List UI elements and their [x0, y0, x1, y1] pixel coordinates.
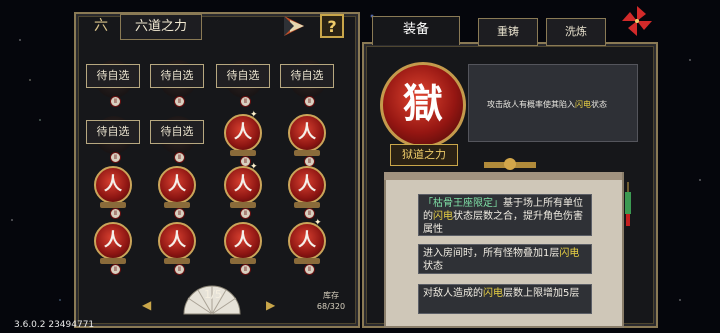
sparkle-icon: ✦ [314, 218, 322, 228]
slot-item[interactable]: 待自选 Ⅱ [150, 56, 206, 108]
scroll-roller [384, 172, 622, 180]
orb-stand [164, 258, 190, 264]
scroll-ornament-icon [484, 158, 536, 170]
slot-item[interactable]: 人Ⅱ [86, 220, 142, 275]
orb-stand [230, 202, 256, 208]
effect-entry-1: 「枯骨王座限定」基于场上所有单位的闪电状态层数之合，提升角色伤害属性 [418, 194, 592, 236]
orb-stand [294, 150, 320, 156]
slot-item[interactable]: 人Ⅱ [86, 164, 142, 219]
power-description-box: 攻击敌人有概率使其陷入闪电状态 [468, 64, 638, 142]
power-description: 攻击敌人有概率使其陷入闪电状态 [487, 100, 607, 109]
slot-item[interactable]: 人 ✦ Ⅱ [216, 162, 272, 219]
hell-path-orb: 獄 [380, 62, 466, 148]
slot-label: 待自选 [216, 64, 270, 88]
slot-item[interactable]: 人Ⅱ [150, 220, 206, 275]
tab-reforge[interactable]: 重铸 [478, 18, 538, 46]
effect-entry-3: 对敌人造成的闪电层数上限增加5层 [418, 284, 592, 314]
level-badge-icon: Ⅱ [110, 208, 121, 219]
slot-item[interactable]: 待自选 Ⅱ [280, 56, 336, 108]
orb-stand [230, 150, 256, 156]
version-label: 3.6.0.2 23494771 [14, 320, 95, 330]
next-page-icon[interactable]: ▶ [266, 298, 275, 312]
level-badge-icon: Ⅱ [110, 96, 121, 107]
slot-item[interactable]: 人Ⅱ [216, 220, 272, 275]
level-badge-icon: Ⅱ [174, 208, 185, 219]
slot-item[interactable]: 人 ✦ Ⅱ [216, 110, 272, 167]
sparkle-icon: ✦ [250, 110, 258, 120]
page-indicator: 1/5 [204, 288, 222, 301]
orb-stand [294, 202, 320, 208]
level-badge-icon: Ⅱ [174, 96, 185, 107]
slot-item[interactable]: 待自选 Ⅱ [86, 112, 142, 164]
orb-stand [100, 258, 126, 264]
level-badge-icon: Ⅱ [110, 264, 121, 275]
orb-stand [164, 202, 190, 208]
orb-stand [230, 258, 256, 264]
slot-item[interactable]: 人Ⅱ [280, 112, 336, 167]
power-name-label: 狱道之力 [390, 144, 458, 166]
sort-icon[interactable] [282, 14, 306, 38]
tab-refine[interactable]: 洗炼 [546, 18, 606, 46]
sparkle-icon: ✦ [250, 162, 258, 172]
help-button[interactable]: ? [320, 14, 344, 38]
human-path-orb: 人 [158, 222, 196, 260]
six-paths-icon: 六 [94, 18, 108, 34]
human-path-orb: 人 [224, 222, 262, 260]
human-path-orb: 人 [94, 222, 132, 260]
slot-label: 待自选 [280, 64, 334, 88]
orb-stand [100, 202, 126, 208]
effect-entry-2: 进入房间时，所有怪物叠加1层闪电状态 [418, 244, 592, 274]
level-badge-icon: Ⅱ [174, 152, 185, 163]
slot-item[interactable]: 待自选 Ⅱ [86, 56, 142, 108]
level-badge-icon: Ⅱ [304, 96, 315, 107]
slot-label: 待自选 [86, 120, 140, 144]
level-badge-icon: Ⅱ [304, 264, 315, 275]
slot-item[interactable]: 待自选 Ⅱ [150, 112, 206, 164]
stock-count: 68/320 [316, 302, 346, 311]
slot-item[interactable]: 人Ⅱ [150, 164, 206, 219]
slot-label: 待自选 [150, 64, 204, 88]
slot-label: 待自选 [86, 64, 140, 88]
level-badge-icon: Ⅱ [110, 152, 121, 163]
level-badge-icon: Ⅱ [240, 96, 251, 107]
prev-page-icon[interactable]: ◀ [142, 298, 151, 312]
tassel-ornament-icon [625, 182, 631, 226]
human-path-orb: 人 [94, 166, 132, 204]
pinwheel-icon[interactable] [620, 4, 654, 38]
level-badge-icon: Ⅱ [240, 264, 251, 275]
human-path-orb: 人 [288, 114, 326, 152]
stock-title: 库存 [323, 291, 339, 300]
slot-label: 待自选 [150, 120, 204, 144]
orb-stand [294, 258, 320, 264]
level-badge-icon: Ⅱ [240, 208, 251, 219]
panel-title: 六道之力 [120, 14, 202, 40]
slot-item[interactable]: 人 ✦ Ⅱ [280, 218, 336, 275]
level-badge-icon: Ⅱ [174, 264, 185, 275]
slot-item[interactable]: 人Ⅱ [280, 164, 336, 219]
slot-item[interactable]: 待自选 Ⅱ [216, 56, 272, 108]
human-path-orb: 人 [158, 166, 196, 204]
human-path-orb: 人 [288, 166, 326, 204]
tab-equip[interactable]: 装备 [372, 16, 460, 45]
